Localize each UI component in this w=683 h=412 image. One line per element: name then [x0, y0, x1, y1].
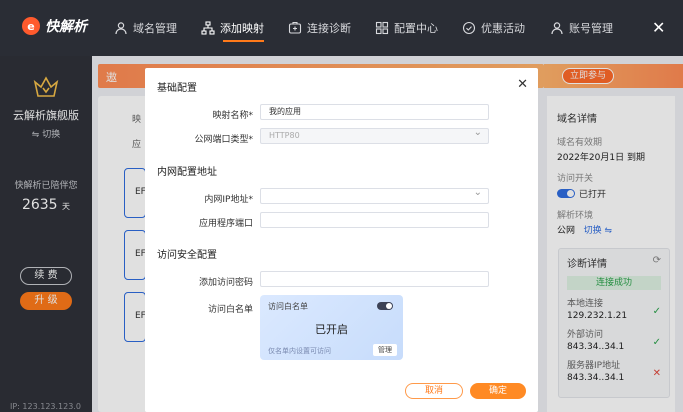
basic-config-title: 基础配置	[157, 83, 197, 94]
app-port-label: 应用程序端口	[198, 219, 253, 229]
whitelist-toggle[interactable]	[377, 302, 393, 310]
diagnose-icon	[288, 21, 302, 35]
mapping-name-input[interactable]: 我的应用	[260, 104, 489, 120]
security-config-title: 访问安全配置	[157, 250, 217, 261]
whitelist-hint: 仅名单内设置可访问	[268, 347, 331, 355]
access-password-label: 添加访问密码	[198, 278, 253, 288]
whitelist-status: 已开启	[315, 323, 348, 336]
network-icon	[201, 21, 215, 35]
main-nav: 域名管理 添加映射 连接诊断 配置中心 优惠活动	[114, 0, 549, 56]
nav-config-center[interactable]: 配置中心	[375, 0, 438, 56]
lan-ip-select[interactable]	[260, 186, 489, 204]
add-mapping-dialog: ✕ 基础配置 映射名称* 我的应用 公网端口类型* HTTP80 内网配置地址 …	[145, 68, 538, 412]
logo-text: 快解析	[45, 19, 87, 35]
nav-connection-diagnosis[interactable]: 连接诊断	[288, 0, 351, 56]
confirm-button[interactable]: 确定	[470, 383, 526, 399]
dialog-close-icon[interactable]: ✕	[517, 77, 528, 92]
nav-domain-management[interactable]: 域名管理	[114, 0, 177, 56]
mapping-name-label: 映射名称*	[212, 111, 253, 121]
whitelist-card-title: 访问白名单	[268, 302, 308, 311]
top-navigation-bar: e 快解析 域名管理 添加映射 连接诊断 配置中心 优惠活动 账号管理 ✕	[0, 0, 683, 56]
whitelist-card: 访问白名单 已开启 仅名单内设置可访问 管理	[260, 295, 403, 360]
app-logo[interactable]: e 快解析	[22, 16, 87, 36]
user-icon	[114, 21, 128, 35]
account-icon	[550, 21, 564, 35]
nav-add-mapping[interactable]: 添加映射	[201, 0, 264, 56]
account-management[interactable]: 账号管理	[550, 20, 613, 36]
whitelist-manage-button[interactable]: 管理	[373, 344, 397, 356]
cancel-button[interactable]: 取消	[405, 383, 463, 399]
lan-ip-label: 内网IP地址*	[204, 195, 253, 205]
port-type-select[interactable]: HTTP80	[260, 126, 489, 144]
app-port-input[interactable]	[260, 212, 489, 228]
grid-icon	[375, 21, 389, 35]
port-type-label: 公网端口类型*	[194, 135, 253, 145]
window-close-icon[interactable]: ✕	[652, 18, 665, 37]
lan-config-title: 内网配置地址	[157, 167, 217, 178]
gift-icon	[462, 21, 476, 35]
logo-icon: e	[22, 17, 40, 35]
whitelist-label: 访问白名单	[207, 305, 253, 315]
nav-promotions[interactable]: 优惠活动	[462, 0, 525, 56]
access-password-input[interactable]	[260, 271, 489, 287]
